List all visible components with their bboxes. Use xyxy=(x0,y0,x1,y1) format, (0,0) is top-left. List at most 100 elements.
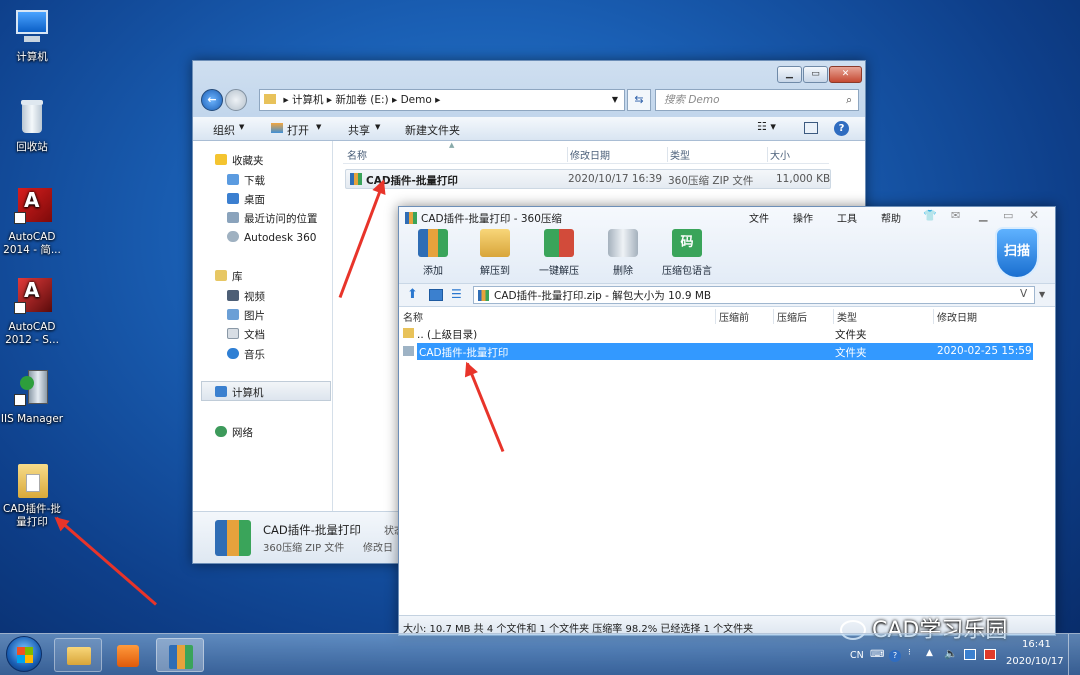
breadcrumb-drive[interactable]: 新加卷 (E:) xyxy=(335,94,388,106)
maximize-button[interactable]: ▭ xyxy=(803,66,828,83)
list-view-icon[interactable]: ☰ xyxy=(451,287,462,301)
close-button[interactable]: ✕ xyxy=(829,66,862,83)
menu-action[interactable]: 操作 xyxy=(793,210,813,225)
address-bar[interactable]: ▸ 计算机 ▸ 新加卷 (E:) ▸ Demo ▸ ▼ xyxy=(259,89,625,111)
minimize-button[interactable]: ▁ xyxy=(979,209,987,222)
table-row[interactable]: .. (上级目录) 文件夹 xyxy=(401,325,1033,342)
file-row[interactable]: CAD插件-批量打印 2020/10/17 16:39 360压缩 ZIP 文件… xyxy=(345,169,831,189)
view-icon[interactable]: ☷ ▾ xyxy=(757,120,776,133)
feedback-icon[interactable]: ✉ xyxy=(951,209,960,222)
network-tray-icon[interactable] xyxy=(964,649,976,660)
nav-computer[interactable]: 计算机 xyxy=(215,385,264,400)
refresh-button[interactable]: ⇆ xyxy=(627,89,651,111)
new-folder-button[interactable]: 新建文件夹 xyxy=(405,122,460,138)
col-date[interactable]: 修改日期 xyxy=(567,147,610,162)
nav-documents[interactable]: 文档 xyxy=(227,327,265,342)
search-input[interactable]: 搜索 Demo xyxy=(664,94,720,106)
zip-col-after[interactable]: 压缩后 xyxy=(773,309,807,324)
taskbar-media-player[interactable] xyxy=(104,638,152,672)
caret-icon[interactable]: ⁝ xyxy=(908,648,911,658)
volume-icon[interactable]: 🔈 xyxy=(944,647,958,660)
menu-help[interactable]: 帮助 xyxy=(881,210,901,225)
command-bar: 组织 ▼ 打开 ▼ 共享 ▼ 新建文件夹 ☷ ▾ ? xyxy=(193,117,865,141)
library-icon xyxy=(215,270,227,281)
zip-path-field[interactable]: CAD插件-批量打印.zip - 解包大小为 10.9 MB V xyxy=(473,286,1035,304)
desktop-icon-iis-manager[interactable]: IIS Manager xyxy=(0,370,64,426)
nav-desktop[interactable]: 桌面 xyxy=(227,192,265,207)
search-box[interactable]: 搜索 Demo ⌕ xyxy=(655,89,859,111)
nav-network[interactable]: 网络 xyxy=(215,425,253,440)
zip-path-text: CAD插件-批量打印.zip - 解包大小为 10.9 MB xyxy=(494,290,712,302)
help-icon[interactable]: ? xyxy=(834,121,849,136)
folder-icon xyxy=(403,328,414,338)
navigation-pane: 收藏夹 下载 桌面 最近访问的位置 Autodesk 360 库 视频 图片 文… xyxy=(193,141,333,511)
chevron-down-icon[interactable]: ▼ xyxy=(612,90,618,110)
chevron-down-icon[interactable]: ▼ xyxy=(1039,290,1045,299)
scan-label: 扫描 xyxy=(1003,244,1030,259)
nav-music[interactable]: 音乐 xyxy=(227,347,265,362)
desktop-icon-autocad-2012[interactable]: A AutoCAD 2012 - S... xyxy=(0,278,64,347)
up-arrow-icon[interactable]: ⬆ xyxy=(407,287,418,302)
zip-file-icon xyxy=(478,290,489,301)
close-button[interactable]: ✕ xyxy=(1029,208,1039,222)
tool-one-click-extract[interactable]: 一键解压 xyxy=(529,229,589,277)
breadcrumb-computer[interactable]: 计算机 xyxy=(292,94,324,106)
col-size[interactable]: 大小 xyxy=(767,147,790,162)
share-button[interactable]: 共享 xyxy=(348,122,370,138)
zip-col-before[interactable]: 压缩前 xyxy=(715,309,749,324)
desktop-icon-autocad-2014[interactable]: A AutoCAD 2014 - 简... xyxy=(0,188,64,257)
chevron-down-icon: ▼ xyxy=(375,123,381,131)
flag-icon[interactable] xyxy=(984,649,996,660)
tool-extract-to[interactable]: 解压到 xyxy=(465,229,525,277)
forward-button[interactable] xyxy=(225,89,247,111)
organize-button[interactable]: 组织 xyxy=(213,122,235,138)
nav-downloads[interactable]: 下载 xyxy=(227,173,265,188)
path-history-button[interactable]: V xyxy=(1020,288,1027,300)
taskbar-360zip[interactable] xyxy=(156,638,204,672)
help-icon[interactable]: ? xyxy=(889,650,901,662)
desktop-icon-computer[interactable]: 计算机 xyxy=(0,8,64,64)
col-name[interactable]: 名称 xyxy=(347,147,367,162)
keyboard-icon[interactable]: ⌨ xyxy=(870,649,884,660)
show-desktop-button[interactable] xyxy=(1068,634,1080,675)
minimize-button[interactable]: ▁ xyxy=(777,66,802,83)
tool-delete[interactable]: 删除 xyxy=(593,229,653,277)
scan-button[interactable]: 扫描 xyxy=(995,227,1039,279)
header-divider xyxy=(343,163,829,164)
col-type[interactable]: 类型 xyxy=(667,147,690,162)
nav-autodesk[interactable]: Autodesk 360 xyxy=(227,231,316,244)
open-icon xyxy=(271,123,283,133)
start-button[interactable] xyxy=(6,636,42,672)
desktop-icon-recycle-bin[interactable]: 回收站 xyxy=(0,98,64,154)
view-icon[interactable] xyxy=(429,289,443,301)
maximize-button[interactable]: ▭ xyxy=(1003,209,1013,222)
clock-time[interactable]: 16:41 xyxy=(1022,639,1051,650)
menu-file[interactable]: 文件 xyxy=(749,210,769,225)
menu-tools[interactable]: 工具 xyxy=(837,210,857,225)
breadcrumb-demo[interactable]: Demo xyxy=(401,94,432,106)
taskbar-explorer[interactable] xyxy=(54,638,102,672)
nav-pictures[interactable]: 图片 xyxy=(227,308,265,323)
windows-logo-icon xyxy=(17,647,33,663)
zip-col-date[interactable]: 修改日期 xyxy=(933,309,977,324)
preview-pane-icon[interactable] xyxy=(804,122,818,134)
nav-recent[interactable]: 最近访问的位置 xyxy=(227,211,318,226)
tool-archive-language[interactable]: 码 压缩包语言 xyxy=(655,229,719,277)
zip-col-type[interactable]: 类型 xyxy=(833,309,857,324)
nav-libraries[interactable]: 库 xyxy=(215,269,243,284)
search-icon: ⌕ xyxy=(846,94,852,106)
annotation-arrow xyxy=(55,516,157,606)
open-button[interactable]: 打开 xyxy=(287,122,309,138)
tool-add[interactable]: 添加 xyxy=(403,229,463,277)
input-language[interactable]: CN xyxy=(850,650,864,661)
nav-videos[interactable]: 视频 xyxy=(227,289,265,304)
show-hidden-icon[interactable]: ▲ xyxy=(926,648,933,658)
skin-icon[interactable]: 👕 xyxy=(923,209,937,222)
zip-col-name[interactable]: 名称 xyxy=(403,309,423,324)
zip-file-icon xyxy=(350,173,362,185)
add-icon xyxy=(418,229,448,257)
clock-date[interactable]: 2020/10/17 xyxy=(1006,656,1064,667)
table-row[interactable]: CAD插件-批量打印 文件夹 2020-02-25 15:59 xyxy=(401,343,1033,360)
back-button[interactable]: ← xyxy=(201,89,223,111)
nav-favorites[interactable]: 收藏夹 xyxy=(215,153,264,168)
